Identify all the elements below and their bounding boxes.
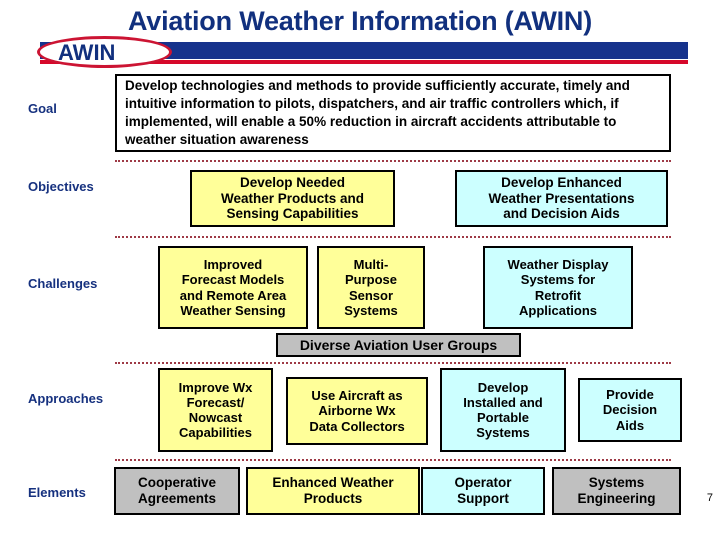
row-label-goal: Goal	[28, 101, 57, 116]
row-label-objectives: Objectives	[28, 179, 94, 194]
approach-box-1-text: Improve Wx Forecast/Nowcast Capabilities	[178, 379, 253, 441]
objective-box-2-text: Develop Enhanced Weather Presentations and…	[488, 175, 635, 222]
page-title: Aviation Weather Information (AWIN)	[127, 6, 592, 36]
goal-box: Develop technologies and methods to prov…	[115, 74, 671, 152]
page-number: 7	[706, 492, 713, 504]
element-box-2[interactable]: Enhanced Weather Products	[246, 467, 420, 515]
approach-box-1[interactable]: Improve Wx Forecast/Nowcast Capabilities	[158, 368, 273, 452]
objective-box-2[interactable]: Develop Enhanced Weather Presentations and…	[455, 170, 668, 227]
approach-box-2[interactable]: Use Aircraft as Airborne Wx Data Collector…	[286, 377, 428, 445]
challenge-box-2[interactable]: Multi- Purpose Sensor Systems	[317, 246, 425, 329]
user-groups-box[interactable]: Diverse Aviation User Groups	[276, 333, 521, 357]
row-label-approaches: Approaches	[28, 391, 104, 406]
element-box-1-text: Cooperative Agreements	[137, 475, 217, 506]
separator-challenges-approaches	[115, 362, 671, 364]
challenge-box-2-text: Multi- Purpose Sensor Systems	[344, 257, 398, 318]
objective-box-1-text: Develop Needed Weather Products and Sensin…	[220, 175, 365, 222]
separator-goal-objectives	[115, 160, 671, 162]
goal-text: Develop technologies and methods to prov…	[125, 78, 630, 147]
approach-box-3-text: Develop Installed and Portable Systems	[463, 379, 543, 441]
user-groups-text: Diverse Aviation User Groups	[299, 336, 498, 353]
slide-root: Aviation Weather Information (AWIN) AWIN…	[0, 0, 720, 540]
objective-box-1[interactable]: Develop Needed Weather Products and Sensin…	[190, 170, 395, 227]
awin-badge-label: AWIN	[58, 40, 116, 65]
approach-box-4[interactable]: Provide Decision Aids	[578, 378, 682, 442]
element-box-3-text: Operator Support	[454, 475, 512, 506]
challenge-box-1-text: Improved Forecast Models and Remote Area We…	[179, 257, 287, 318]
element-box-3[interactable]: Operator Support	[421, 467, 545, 515]
element-box-2-text: Enhanced Weather Products	[272, 475, 394, 506]
approach-box-2-text: Use Aircraft as Airborne Wx Data Collector…	[309, 388, 405, 434]
separator-objectives-challenges	[115, 236, 671, 238]
approach-box-4-text: Provide Decision Aids	[602, 387, 658, 433]
approach-box-3[interactable]: Develop Installed and Portable Systems	[440, 368, 566, 452]
element-box-1[interactable]: Cooperative Agreements	[114, 467, 240, 515]
row-label-elements: Elements	[28, 485, 86, 500]
challenge-box-3-text: Weather Display Systems for Retrofit Applic…	[507, 257, 609, 318]
element-box-4-text: Systems Engineering	[577, 475, 656, 506]
challenge-box-1[interactable]: Improved Forecast Models and Remote Area We…	[158, 246, 308, 329]
separator-approaches-elements	[115, 459, 671, 461]
element-box-4[interactable]: Systems Engineering	[552, 467, 681, 515]
row-label-challenges: Challenges	[28, 276, 98, 291]
challenge-box-3[interactable]: Weather Display Systems for Retrofit Applic…	[483, 246, 633, 329]
